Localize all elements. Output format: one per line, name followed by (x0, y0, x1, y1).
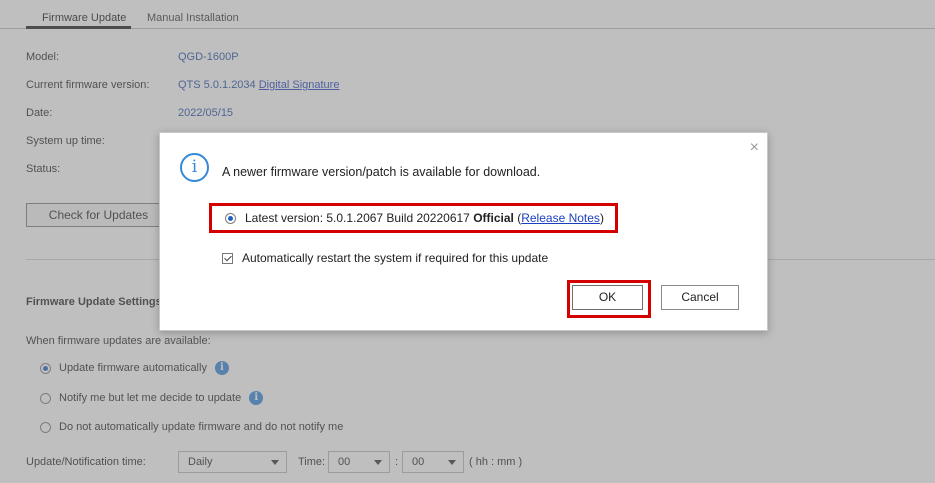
info-icon: i (180, 153, 209, 182)
release-notes-link[interactable]: Release Notes (521, 211, 600, 225)
auto-restart-label: Automatically restart the system if requ… (242, 251, 549, 265)
latest-version-text: Latest version: 5.0.1.2067 Build 2022061… (245, 211, 604, 225)
dialog-message: A newer firmware version/patch is availa… (222, 165, 541, 179)
latest-version-option[interactable]: Latest version: 5.0.1.2067 Build 2022061… (209, 203, 618, 233)
latest-version-label: Latest version: 5.0.1.2067 Build 2022061… (245, 211, 470, 225)
firmware-available-dialog: × i A newer firmware version/patch is av… (159, 132, 768, 331)
auto-restart-option[interactable]: Automatically restart the system if requ… (222, 251, 548, 265)
ok-button[interactable]: OK (572, 285, 643, 310)
official-badge: Official (473, 211, 514, 225)
paren-close: ) (599, 211, 604, 225)
auto-restart-checkbox[interactable] (222, 252, 233, 264)
radio-button[interactable] (225, 212, 236, 224)
cancel-button[interactable]: Cancel (661, 285, 739, 310)
close-icon[interactable]: × (750, 139, 759, 157)
